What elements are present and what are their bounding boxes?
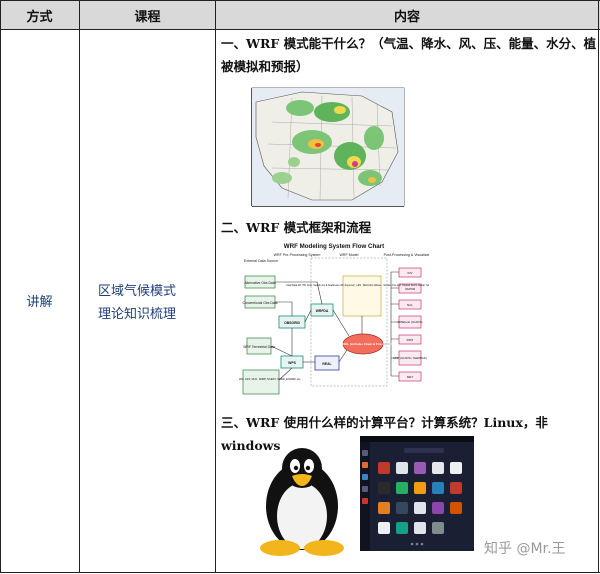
wrf-flow-chart: WRF Modeling System Flow Chart External … [239, 240, 429, 402]
table-header-divider [0, 29, 600, 30]
flow-post-3: NCL [407, 303, 413, 307]
flow-col-pre: WRF Pre-Processing System [274, 253, 321, 257]
flow-box-grid: Gridded Data: NAM, GFS, RUC, NNRP, NCEP2… [239, 377, 301, 381]
header-method: 方式 [26, 10, 53, 25]
flow-box-terr: WRF Terrestrial Data [243, 345, 275, 349]
flow-box-arw: ARW MODEL (includes Chem & Fire modules) [330, 342, 395, 346]
flow-box-obsgrid: OBSGRID [284, 321, 300, 325]
table-border-left [0, 0, 1, 573]
section-1-line1: 一、WRF 模式能干什么？（气温、降水、风、压、能量、水分、植 [221, 36, 597, 51]
flow-box-alt: Alternative Obs Data [244, 281, 275, 285]
method-cell: 讲解 [26, 295, 53, 310]
flow-box-conv: Conventional Obs Data [242, 301, 277, 305]
table-border-bottom [0, 572, 600, 573]
wrf-precipitation-map [242, 82, 412, 214]
flow-title: WRF Modeling System Flow Chart [284, 243, 384, 250]
flow-box-wps: WPS [288, 361, 296, 365]
flow-col-external: External Data Source [244, 259, 278, 263]
table-border-right [598, 0, 599, 573]
flow-post-5: RIP4 [407, 338, 414, 342]
flow-post-2: VAPOR [405, 287, 416, 291]
course-cell-line1: 区域气候模式 [98, 284, 177, 299]
flow-box-wrfda: WRFDA [316, 309, 329, 313]
header-course: 课程 [134, 10, 161, 25]
flow-post-7: MET [407, 375, 414, 379]
table-col-divider-2 [215, 0, 216, 573]
table-border-top [0, 0, 600, 1]
section-2-heading: 二、WRF 模式框架和流程 [221, 220, 372, 235]
flow-post-4: ARWpost (GrADS) [398, 320, 423, 324]
header-content: 内容 [393, 10, 420, 25]
flow-post-6: UPP (GrADS / GEMPAK) [393, 356, 427, 360]
zhihu-watermark: 知乎 @Mr.王 [484, 541, 566, 557]
section-1-line2: 被模拟和预报） [221, 59, 309, 74]
flow-col-model: WRF Model [340, 253, 359, 257]
flow-post-1: IDV [407, 271, 412, 275]
table-col-divider-1 [79, 0, 80, 573]
course-cell-line2: 理论知识梳理 [98, 307, 177, 322]
flow-box-real: REAL [322, 362, 331, 366]
flow-col-post: Post-Processing & Visualization [384, 253, 429, 257]
linux-tux-penguin-image [260, 448, 344, 556]
linux-desktop-screenshot [360, 436, 474, 551]
